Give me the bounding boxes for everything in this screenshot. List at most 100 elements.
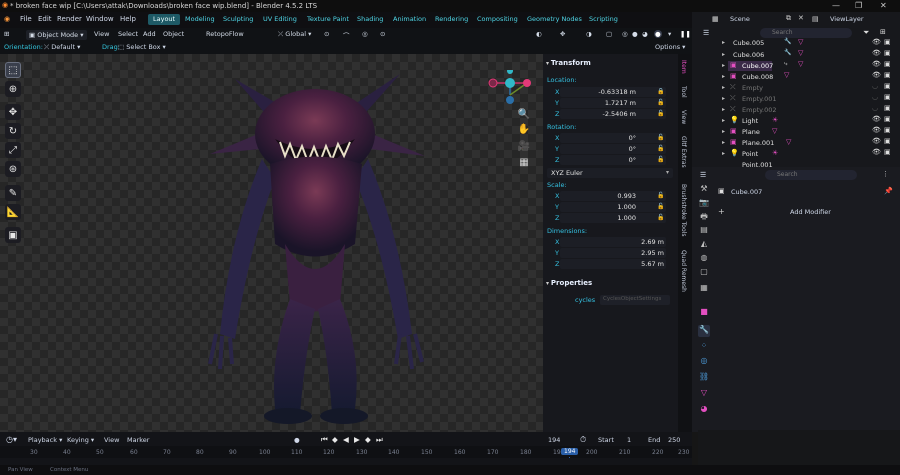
3d-viewport[interactable]: ⬚ ⊕ ✥ ↻ ⤢ ⊛ ✎ 📐 ▣ 🔍 ✋ 🎥 ▦ (0, 54, 543, 432)
npanel-tab-item[interactable]: Item (680, 60, 687, 74)
outliner-item-cube-006[interactable]: Cube.006 (733, 51, 764, 59)
npanel-tab-tool[interactable]: Tool (680, 86, 687, 98)
outliner-filter-icon[interactable]: ☰ (703, 29, 709, 37)
jump-keyframe-back-icon[interactable]: ◆ (332, 435, 338, 444)
shading-material-icon[interactable]: ◕ (642, 30, 648, 38)
transform-tool-icon[interactable]: ⊛ (5, 161, 21, 177)
outliner-item-plane-001[interactable]: Plane.001 (742, 139, 774, 147)
xray-icon[interactable]: ▢ (606, 30, 612, 38)
render-camera-icon[interactable]: ▣ (884, 38, 891, 46)
scene-icon[interactable]: ▦ (712, 15, 719, 23)
move-tool-icon[interactable]: ✥ (5, 104, 21, 120)
render-camera-icon[interactable]: ▣ (884, 148, 891, 156)
render-camera-icon[interactable]: ▣ (884, 115, 891, 123)
constraints-tab-icon[interactable]: ⛓ (698, 372, 710, 384)
orientation-dropdown[interactable]: ⤫ Global ▾ (278, 30, 311, 39)
expand-arrow-icon[interactable]: ▸ (722, 39, 725, 46)
render-camera-icon[interactable]: ▣ (884, 60, 891, 68)
camera-view-icon[interactable]: 🎥 (517, 141, 531, 155)
visibility-eye-icon[interactable]: 👁 (872, 71, 881, 79)
outliner-item-cube-005[interactable]: Cube.005 (733, 39, 764, 47)
measure-tool-icon[interactable]: 📐 (5, 204, 21, 220)
timeline-view-menu[interactable]: View (104, 436, 119, 444)
properties-search-input[interactable]: Search (765, 170, 857, 180)
grid-toggle-icon[interactable]: ▦ (517, 157, 531, 171)
shading-solid-icon[interactable]: ● (632, 30, 638, 38)
menu-help[interactable]: Help (120, 15, 136, 23)
expand-arrow-icon[interactable]: ▸ (722, 73, 725, 80)
jump-keyframe-forward-icon[interactable]: ◆ (365, 435, 371, 444)
material-tab-icon[interactable]: ◕ (698, 404, 710, 416)
add-cube-tool-icon[interactable]: ▣ (5, 227, 21, 243)
outliner-search-input[interactable]: Search (760, 28, 852, 38)
close-button[interactable]: ✕ (880, 1, 887, 10)
play-reverse-icon[interactable]: ◀ (343, 435, 349, 444)
marker-menu[interactable]: Marker (127, 436, 149, 444)
properties-editor-type-icon[interactable]: ☰ (700, 171, 706, 179)
menu-window[interactable]: Window (86, 15, 114, 23)
expand-arrow-icon[interactable]: ▸ (722, 106, 725, 113)
editor-type-icon[interactable]: ⊞ (4, 30, 9, 38)
snap-icon[interactable]: ⌒ (343, 30, 350, 40)
world-properties-tab-icon[interactable]: ◍ (698, 253, 710, 265)
render-camera-icon[interactable]: ▣ (884, 104, 891, 112)
overlay-icon[interactable]: ◑ (586, 30, 592, 38)
play-icon[interactable]: ▶ (354, 435, 360, 444)
options-dots-icon[interactable]: ⋮ (882, 170, 889, 178)
workspace-tab-shading[interactable]: Shading (352, 14, 388, 25)
start-frame-field[interactable]: 1 (627, 436, 631, 444)
minimize-button[interactable]: — (832, 1, 840, 10)
jump-end-icon[interactable]: ⏭ (376, 435, 383, 445)
cursor-tool-icon[interactable]: ⊕ (5, 81, 21, 97)
expand-arrow-icon[interactable]: ▸ (722, 128, 725, 135)
menu-edit[interactable]: Edit (38, 15, 52, 23)
add-modifier-button[interactable]: + Add Modifier (714, 206, 884, 218)
new-scene-icon[interactable]: ⧉ (786, 14, 791, 23)
select-box-tool-icon[interactable]: ⬚ (5, 62, 21, 78)
outliner-item-point[interactable]: Point (742, 150, 758, 158)
timeline-track-area[interactable] (0, 458, 692, 465)
delete-scene-icon[interactable]: ✕ (798, 14, 804, 22)
workspace-tab-compositing[interactable]: Compositing (472, 14, 523, 25)
render-camera-icon[interactable]: ▣ (884, 137, 891, 145)
workspace-tab-scripting[interactable]: Scripting (584, 14, 623, 25)
cycles-value-field[interactable]: CyclesObjectSettings (600, 295, 670, 305)
scene-properties-tab-icon[interactable]: ◭ (698, 239, 710, 251)
visibility-eye-icon[interactable]: 👁 (872, 49, 881, 57)
render-camera-icon[interactable]: ▣ (884, 82, 891, 90)
lock-location-y-icon[interactable]: 🔓 (657, 99, 664, 106)
npanel-tab-view[interactable]: View (680, 110, 687, 124)
expand-arrow-icon[interactable]: ▸ (722, 95, 725, 102)
output-properties-tab-icon[interactable]: 🖶 (698, 211, 710, 223)
lock-scale-z-icon[interactable]: 🔓 (657, 214, 664, 221)
workspace-tab-uv-editing[interactable]: UV Editing (258, 14, 302, 25)
mode-dropdown[interactable]: ▣ Object Mode ▾ (26, 30, 87, 40)
maximize-button[interactable]: ❐ (855, 1, 862, 10)
workspace-tab-modeling[interactable]: Modeling (180, 14, 220, 25)
select-menu[interactable]: Select (118, 30, 138, 38)
data-tab-icon[interactable]: ▽ (698, 388, 710, 400)
outliner-item-light[interactable]: Light (742, 117, 758, 125)
scale-tool-icon[interactable]: ⤢ (5, 142, 21, 158)
viewlayer-icon[interactable]: ▤ (812, 15, 819, 23)
visibility-eye-icon[interactable]: 👁 (872, 137, 881, 145)
zoom-icon[interactable]: 🔍 (517, 109, 531, 123)
pivot-icon[interactable]: ⊙ (324, 30, 329, 38)
tool-properties-tab-icon[interactable]: ⚒ (698, 184, 710, 196)
object-properties-tab-icon[interactable]: ■ (698, 307, 710, 319)
npanel-tab-quad-remesh[interactable]: Quad Remesh (680, 250, 687, 292)
frame-ruler[interactable]: 30 40 50 60 70 80 90 100 110 120 130 140… (0, 446, 692, 458)
orientation-option-dropdown[interactable]: ⤫ Default ▾ (44, 43, 80, 52)
render-camera-icon[interactable]: ▣ (884, 126, 891, 134)
expand-arrow-icon[interactable]: ▸ (722, 62, 725, 69)
view-layer-properties-tab-icon[interactable]: ▤ (698, 225, 710, 237)
collection-properties-tab-icon[interactable]: ▢ (698, 267, 710, 279)
outliner-item-cube-007[interactable]: Cube.007 (742, 62, 773, 70)
visibility-eye-icon[interactable]: 👁 (872, 148, 881, 156)
menu-render[interactable]: Render (57, 15, 82, 23)
workspace-tab-texture-paint[interactable]: Texture Paint (302, 14, 354, 25)
visibility-eye-icon[interactable]: 👁 (872, 126, 881, 134)
falloff-icon[interactable]: ⊙ (380, 30, 385, 38)
particles-tab-icon[interactable]: ⁘ (698, 341, 710, 353)
auto-keying-icon[interactable]: ● (294, 436, 300, 444)
